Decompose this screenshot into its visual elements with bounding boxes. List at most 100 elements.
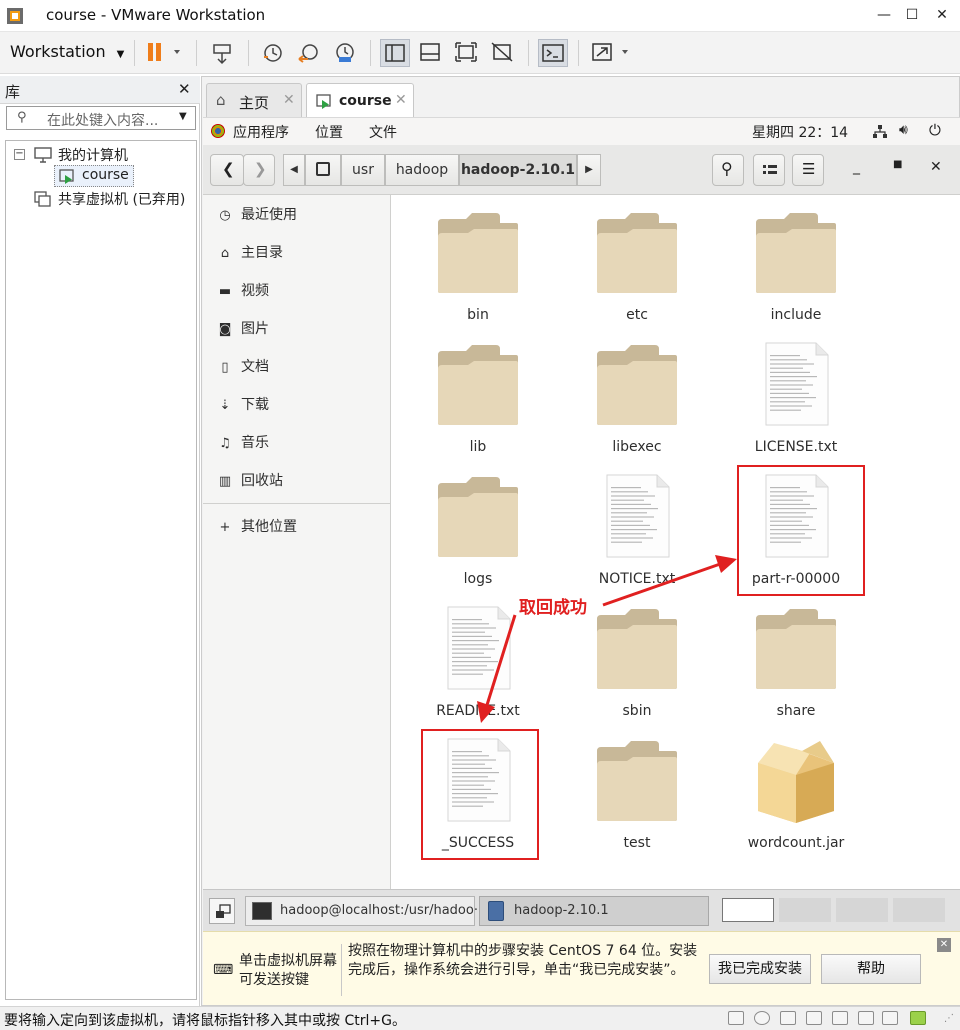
workstation-menu[interactable]: Workstation ▼ [10,42,124,61]
path-left-arrow[interactable]: ◀ [283,154,305,186]
network-icon[interactable] [872,124,888,140]
path-right-arrow[interactable]: ▶ [577,154,601,186]
download-icon: ⇣ [219,398,231,413]
search-button[interactable]: ⚲ [712,154,744,186]
menu-applications[interactable]: 应用程序 [233,122,289,142]
file-item-wordcount-jar[interactable]: wordcount.jar [731,737,861,867]
file-item-test[interactable]: test [572,737,702,867]
sidebar-item-trash[interactable]: ▥ 回收站 [217,469,283,493]
file-item-share[interactable]: share [731,605,861,735]
message-log-icon[interactable] [910,1011,926,1025]
crumb-hadoop-2-10-1[interactable]: hadoop-2.10.1 [459,154,577,186]
toolbar-separator [196,40,197,66]
window-minimize-button[interactable]: _ [853,159,860,175]
folder-icon [597,741,677,821]
file-item-license-txt[interactable]: LICENSE.txt [731,341,861,471]
library-panel: 库 ✕ ⚲ 在此处键入内容... ▼ − 我的计算机 course 共享虚拟机 … [0,76,200,1006]
file-item-lib[interactable]: lib [413,341,543,471]
help-button[interactable]: 帮助 [821,954,921,984]
console-icon [542,44,564,62]
library-search-input[interactable]: ⚲ 在此处键入内容... ▼ [6,106,196,130]
sidebar-item-downloads[interactable]: ⇣ 下载 [217,393,269,417]
send-keys-button[interactable] [208,39,238,67]
full-screen-button[interactable] [452,39,482,67]
close-button[interactable]: ✕ [930,4,954,26]
file-item-logs[interactable]: logs [413,473,543,603]
back-button[interactable]: ❮ [210,154,244,186]
window-maximize-button[interactable]: ■ [893,159,902,170]
music-icon: ♫ [219,436,231,451]
view-toggle-button[interactable] [753,154,785,186]
tree-item-shared-vms[interactable]: 共享虚拟机 (已弃用) [58,189,185,209]
crumb-root[interactable] [305,154,341,186]
sidebar-item-pictures[interactable]: ◙ 图片 [217,317,269,341]
hard-disk-icon[interactable] [728,1011,744,1025]
archive-icon [758,741,834,823]
show-library-button[interactable] [380,39,410,67]
window-close-button[interactable]: ✕ [930,159,942,175]
snapshot-button[interactable] [258,39,288,67]
usb-icon[interactable] [806,1011,822,1025]
minimize-button[interactable]: — [872,4,896,26]
console-view-button[interactable] [538,39,568,67]
unity-button[interactable] [488,39,518,67]
file-item-etc[interactable]: etc [572,209,702,339]
tree-item-course[interactable]: course [54,165,134,187]
revert-snapshot-button[interactable] [294,39,324,67]
workspace-1[interactable] [722,898,774,922]
volume-icon[interactable]: 🔊︎ [899,122,908,138]
file-item-sbin[interactable]: sbin [572,605,702,735]
power-icon[interactable]: ⏻ [929,121,941,139]
hint-click-text: 单击虚拟机屏幕 可发送按键 [239,953,337,988]
menu-files[interactable]: 文件 [369,122,397,142]
clock[interactable]: 星期四 22：14 [752,122,848,142]
tab-home[interactable]: ⌂ 主页 ✕ [206,83,302,119]
stretch-button[interactable] [588,39,634,67]
file-item-include[interactable]: include [731,209,861,339]
task-file-manager[interactable]: hadoop-2.10.1 [479,896,709,926]
workspace-2[interactable] [779,898,831,922]
sidebar-item-documents[interactable]: ▯ 文档 [217,355,269,379]
file-item-notice-txt[interactable]: NOTICE.txt [572,473,702,603]
crumb-hadoop[interactable]: hadoop [385,154,459,186]
sidebar-item-recent[interactable]: ◷ 最近使用 [217,203,297,227]
file-item-bin[interactable]: bin [413,209,543,339]
workspace-3[interactable] [836,898,888,922]
maximize-button[interactable]: ☐ [900,4,924,26]
cd-rom-icon[interactable] [754,1011,770,1025]
chevron-down-icon[interactable]: ▼ [179,111,187,122]
tree-item-my-computer[interactable]: 我的计算机 [58,145,128,165]
file-name: test [623,835,651,851]
collapse-toggle[interactable]: − [14,149,25,160]
display-icon[interactable] [882,1011,898,1025]
sidebar-item-videos[interactable]: ▬ 视频 [217,279,269,303]
close-hint-button[interactable]: ✕ [937,938,951,952]
menu-button[interactable]: ☰ [792,154,824,186]
thumbnail-bar-button[interactable] [416,39,446,67]
tab-course[interactable]: course ✕ [306,83,414,121]
resize-grip-icon: ⋰ [944,1013,954,1024]
sidebar-item-home[interactable]: ⌂ 主目录 [217,241,283,265]
close-library-button[interactable]: ✕ [178,80,191,98]
pause-icon [148,43,180,61]
task-terminal[interactable]: hadoop@localhost:/usr/hadoo··· [245,896,486,926]
snapshot-manager-button[interactable] [330,39,360,67]
printer-icon[interactable] [858,1011,874,1025]
file-item-libexec[interactable]: libexec [572,341,702,471]
forward-button[interactable]: ❯ [243,154,275,186]
crumb-usr[interactable]: usr [341,154,385,186]
menu-places[interactable]: 位置 [315,122,343,142]
network-adapter-icon[interactable] [780,1011,796,1025]
sidebar-item-music[interactable]: ♫ 音乐 [217,431,269,455]
finished-install-button[interactable]: 我已完成安装 [709,954,811,984]
workspace-4[interactable] [893,898,945,922]
folder-icon [756,609,836,689]
sound-card-icon[interactable] [832,1011,848,1025]
sidebar-item-other-locations[interactable]: + 其他位置 [217,515,297,539]
folder-icon [597,213,677,293]
close-tab-icon[interactable]: ✕ [283,92,295,108]
show-desktop-button[interactable] [209,898,235,924]
file-item-readme-txt[interactable]: README.txt [413,605,543,735]
close-tab-icon[interactable]: ✕ [395,92,407,108]
pause-button[interactable] [144,39,180,67]
